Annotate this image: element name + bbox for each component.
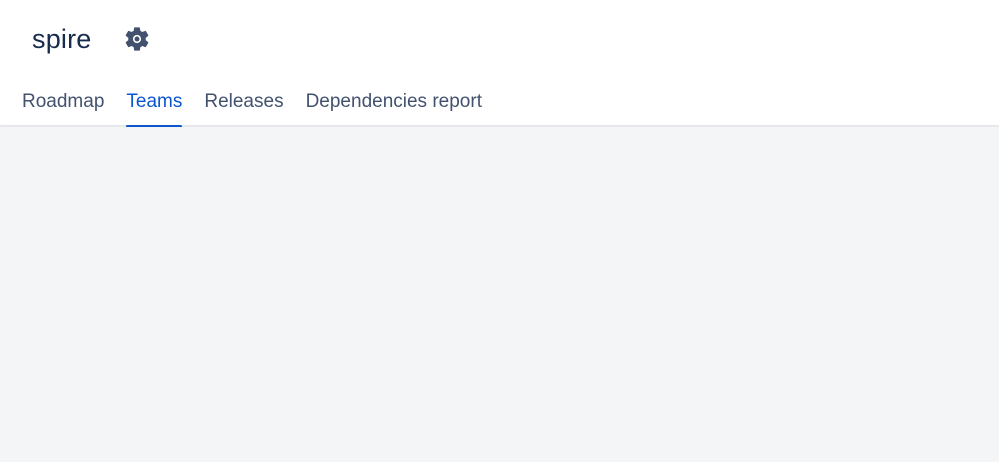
plan-tabs: Roadmap Teams Releases Dependencies repo… xyxy=(22,80,504,128)
tab-releases[interactable]: Releases xyxy=(204,80,283,126)
tab-dependencies-report[interactable]: Dependencies report xyxy=(306,80,482,126)
plan-title: spire xyxy=(32,24,92,54)
gear-icon xyxy=(125,27,148,51)
main-content-area xyxy=(0,127,999,462)
plan-settings-button[interactable] xyxy=(122,24,152,54)
plan-header: spire Roadmap Teams Releases Dependencie… xyxy=(0,0,999,128)
tab-roadmap[interactable]: Roadmap xyxy=(22,80,104,126)
tab-teams[interactable]: Teams xyxy=(126,80,182,128)
plan-title-row: spire xyxy=(32,20,152,58)
